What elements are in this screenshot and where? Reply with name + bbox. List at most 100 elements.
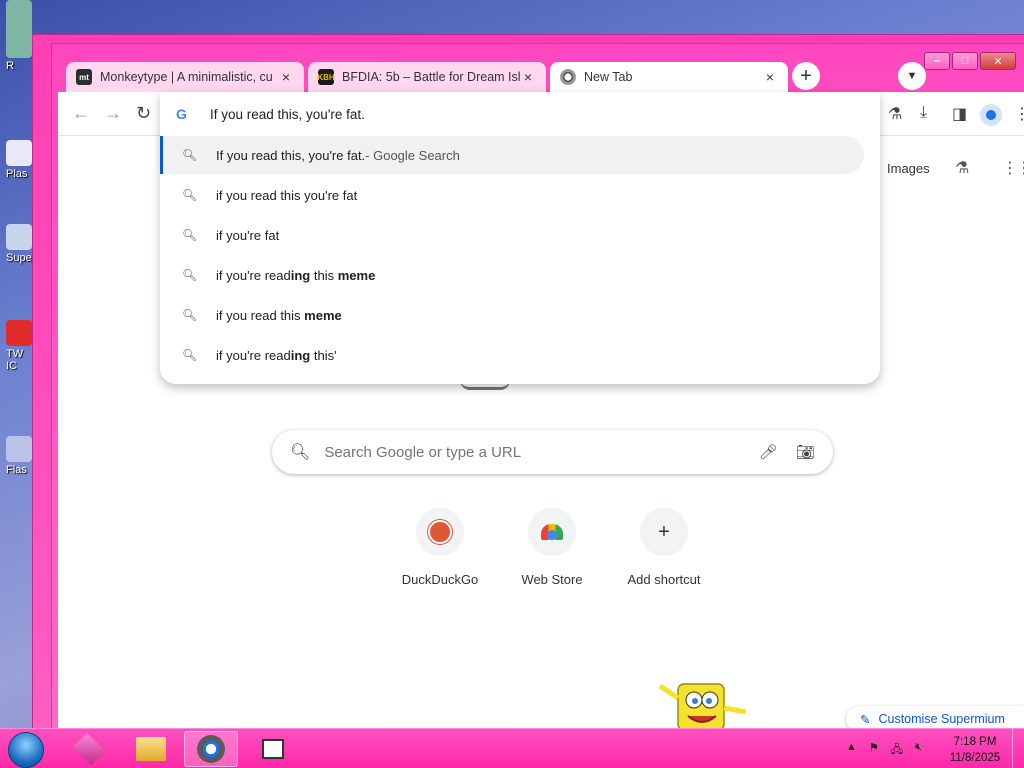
- google-apps-icon[interactable]: ⋮⋮⋮: [1002, 158, 1024, 178]
- monkeytype-favicon-icon: mt: [76, 69, 92, 85]
- suggestion-item[interactable]: 🔍︎ if you're read ing this meme: [160, 256, 864, 294]
- suggestion-text: if you read this: [216, 307, 305, 323]
- tab-new-tab[interactable]: New Tab ×: [550, 62, 788, 92]
- profile-avatar-icon[interactable]: [980, 104, 1002, 126]
- tray-expand-icon[interactable]: ▲: [846, 741, 857, 760]
- tab-title: BFDIA: 5b – Battle for Dream Isla: [342, 70, 520, 84]
- shortcut-circle: [528, 508, 576, 556]
- desktop-icon-label: Plas: [6, 168, 28, 180]
- shortcut-icon: [6, 140, 32, 166]
- squidward-icon: [6, 0, 32, 58]
- taskbar-app-1[interactable]: [62, 731, 116, 767]
- suggestion-text: if you're fat: [216, 227, 280, 243]
- tab-close-icon[interactable]: ×: [278, 69, 294, 85]
- taskbar: ▲ ⚑ 🖧︎ 🔇︎ 7:18 PM 11/8/2025: [0, 728, 1024, 768]
- images-link[interactable]: Images: [887, 161, 930, 176]
- suggestion-text: this': [310, 347, 337, 363]
- show-desktop-button[interactable]: [1012, 729, 1024, 768]
- shortcut-duckduckgo[interactable]: DuckDuckGo: [384, 508, 496, 587]
- search-icon: 🔍︎: [182, 268, 198, 282]
- shortcut-label: Web Store: [521, 572, 583, 587]
- back-button[interactable]: ←: [72, 103, 90, 124]
- ntp-search-box[interactable]: 🔍︎ 🎤︎ 📷︎: [272, 430, 833, 474]
- shortcut-circle: +: [640, 508, 688, 556]
- tab-close-icon[interactable]: ×: [762, 69, 778, 85]
- suggestion-text: if you read this you're fat: [216, 187, 358, 203]
- ntp-search-input[interactable]: [324, 443, 741, 461]
- suggestion-item[interactable]: 🔍︎ if you read this meme: [160, 296, 864, 334]
- suggestion-text: if you're read: [216, 267, 291, 283]
- start-button[interactable]: [8, 732, 44, 768]
- google-g-icon: G: [176, 106, 187, 122]
- suggestion-item[interactable]: 🔍︎ if you're read ing this': [160, 336, 864, 374]
- shortcut-icon: [6, 320, 32, 346]
- suggestion-bold: meme: [304, 307, 342, 323]
- window-close-button[interactable]: ✕: [980, 52, 1016, 70]
- minimize-button[interactable]: –: [924, 52, 950, 70]
- omnibox-input[interactable]: G If you read this, you're fat.: [160, 92, 880, 136]
- download-icon[interactable]: ⤓: [920, 104, 927, 122]
- search-icon: 🔍︎: [290, 444, 311, 461]
- suggestion-suffix: - Google Search: [365, 147, 460, 163]
- web-store-icon: [541, 524, 563, 540]
- desktop-icon-label: TW IC: [6, 348, 24, 372]
- shortcut-icon: [6, 224, 32, 250]
- clock[interactable]: 7:18 PM 11/8/2025: [944, 734, 1006, 766]
- pencil-icon: ✎: [860, 712, 871, 727]
- volume-muted-icon[interactable]: 🔇︎: [915, 741, 922, 760]
- labs-icon[interactable]: ⚗: [955, 158, 969, 178]
- folder-icon: [136, 737, 166, 761]
- omnibox-query[interactable]: If you read this, you're fat.: [210, 107, 365, 122]
- tab-close-icon[interactable]: ×: [520, 69, 536, 85]
- search-icon: 🔍︎: [182, 348, 198, 362]
- spongebob-sticker: [658, 683, 747, 730]
- suggestion-item[interactable]: 🔍︎ if you're fat: [160, 216, 864, 254]
- clock-time: 7:18 PM: [953, 736, 997, 748]
- chrome-icon: [560, 69, 576, 85]
- taskbar-browser[interactable]: [184, 731, 238, 767]
- suggestion-item[interactable]: 🔍︎ If you read this, you're fat. - Googl…: [160, 136, 864, 174]
- suggestion-item[interactable]: 🔍︎ if you read this you're fat: [160, 176, 864, 214]
- maximize-button[interactable]: □: [952, 52, 978, 70]
- app-icon: [72, 732, 106, 766]
- network-icon[interactable]: 🖧︎: [891, 741, 903, 760]
- duckduckgo-icon: [428, 520, 452, 544]
- labs-flask-icon[interactable]: ⚗: [888, 104, 902, 124]
- browser-icon: [197, 735, 225, 763]
- action-center-icon[interactable]: ⚑: [869, 741, 879, 760]
- window-controls: – □ ✕: [924, 52, 1016, 70]
- shortcut-label: DuckDuckGo: [401, 572, 479, 587]
- shortcut-web-store[interactable]: Web Store: [496, 508, 608, 587]
- suggestion-text: if you're read: [216, 347, 291, 363]
- suggestion-text: If you read this, you're fat.: [216, 147, 366, 163]
- forward-button[interactable]: →: [104, 103, 122, 124]
- desktop-icon-label: Supe: [6, 252, 32, 264]
- taskbar-window[interactable]: [246, 731, 300, 767]
- tab-strip: mt Monkeytype | A minimalistic, cu × KBH…: [66, 60, 792, 92]
- search-icon: 🔍︎: [182, 188, 198, 202]
- camera-icon[interactable]: 📷︎: [796, 443, 815, 461]
- tab-title: Monkeytype | A minimalistic, cu: [100, 70, 273, 84]
- shortcut-add[interactable]: + Add shortcut: [608, 508, 720, 587]
- system-tray: ▲ ⚑ 🖧︎ 🔇︎: [846, 741, 922, 760]
- tab-search-chevron-icon[interactable]: ▼: [898, 62, 926, 90]
- plus-icon: +: [658, 520, 670, 543]
- reload-button[interactable]: ↻: [136, 103, 151, 124]
- shortcut-label: Add shortcut: [627, 572, 701, 587]
- clock-date: 11/8/2025: [949, 752, 1001, 764]
- menu-icon[interactable]: ⋮: [1014, 104, 1024, 124]
- desktop-icon-label: Flas: [6, 464, 27, 476]
- shortcut-circle: [416, 508, 464, 556]
- taskbar-explorer[interactable]: [124, 731, 178, 767]
- suggestion-bold: meme: [337, 267, 376, 283]
- shortcut-icon: [6, 436, 32, 462]
- desktop-icon-label: R: [6, 60, 14, 72]
- tab-bfdia[interactable]: KBH BFDIA: 5b – Battle for Dream Isla ×: [308, 62, 546, 92]
- side-panel-icon[interactable]: ◨: [952, 104, 967, 124]
- search-icon: 🔍︎: [182, 148, 198, 162]
- microphone-icon[interactable]: 🎤︎: [759, 443, 778, 461]
- new-tab-button[interactable]: +: [792, 62, 820, 90]
- tab-title: New Tab: [584, 70, 633, 84]
- tab-monkeytype[interactable]: mt Monkeytype | A minimalistic, cu ×: [66, 62, 304, 92]
- suggestion-bold: ing: [290, 347, 311, 363]
